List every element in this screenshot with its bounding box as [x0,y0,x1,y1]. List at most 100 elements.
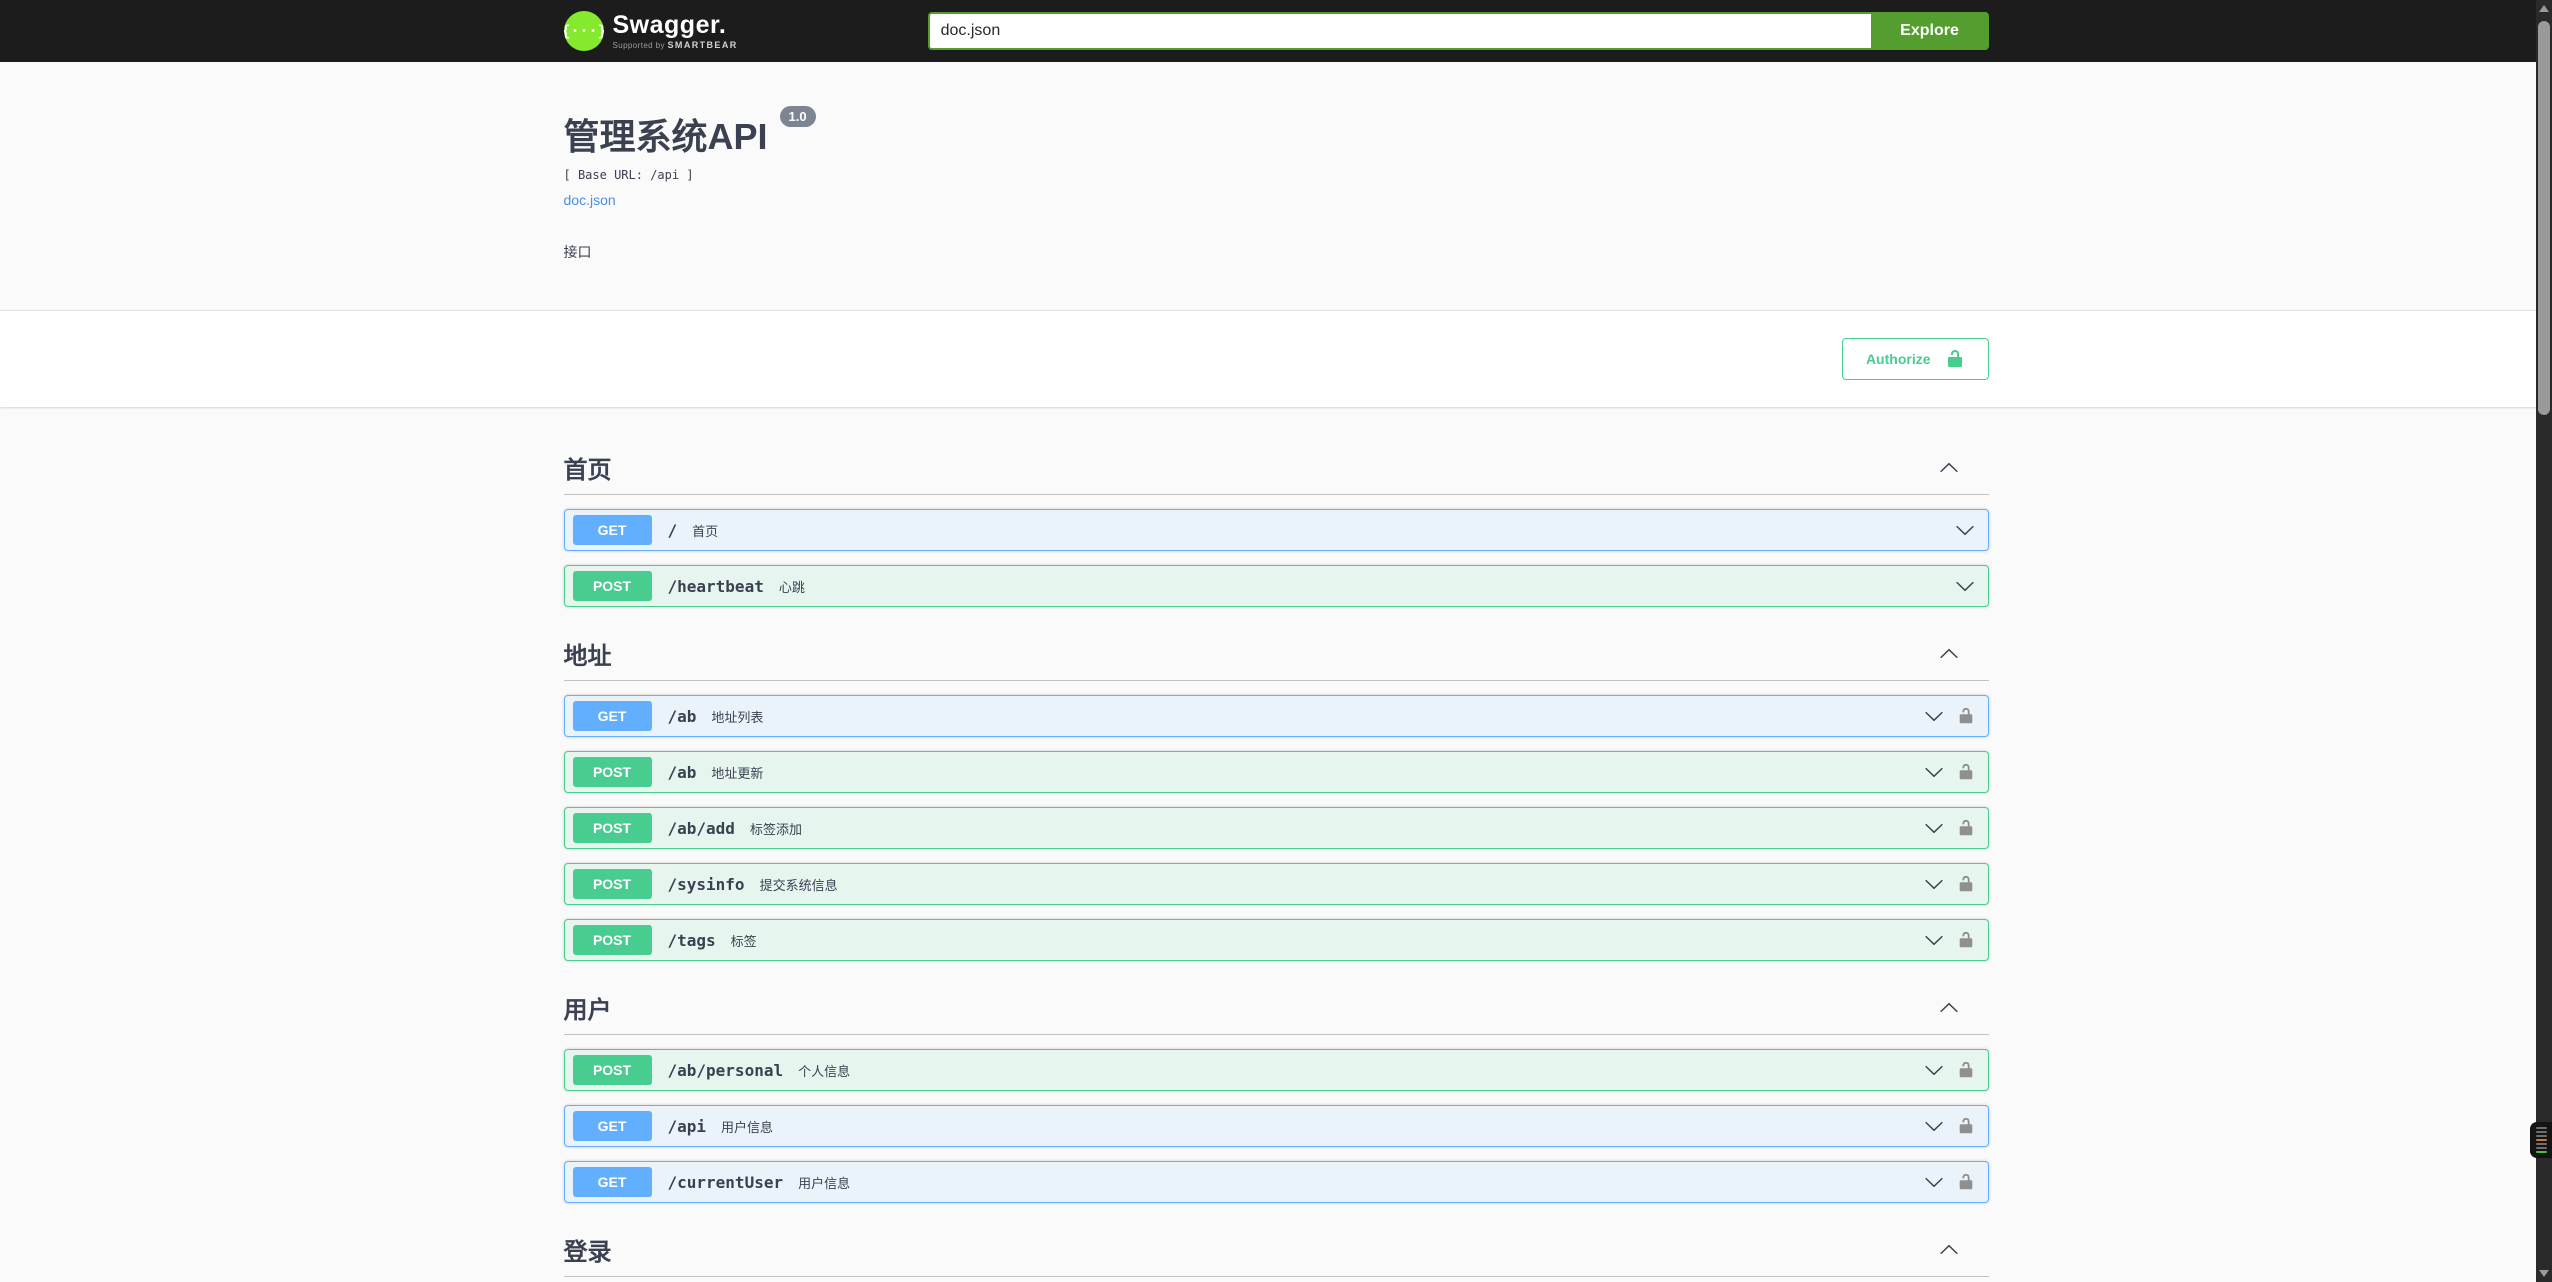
base-url: [ Base URL: /api ] [563,168,694,182]
chevron-down-icon [1924,823,1943,834]
section-header[interactable]: 用户 [563,981,1989,1035]
operation-summary: 用户信息 [721,1119,774,1135]
operation-row[interactable]: GET /currentUser 用户信息 [563,1161,1989,1203]
scroll-widget[interactable] [2530,1122,2552,1158]
operation-row[interactable]: POST /heartbeat 心跳 [563,565,1989,607]
section-title: 首页 [563,457,612,484]
expand-operation-button[interactable] [1924,930,1944,950]
section: 登录 POST /login 登录 POST /login/outLogin [563,1223,1989,1282]
scroll-down-icon[interactable] [2539,1270,2549,1277]
spec-url-form: Explore [927,12,1989,50]
scrollbar[interactable] [2536,0,2552,1282]
auth-lock-button[interactable] [1957,875,1975,893]
operation-summary: 个人信息 [798,1063,851,1079]
operation-path: /ab [667,762,697,782]
operation-summary: 标签添加 [749,821,802,837]
section-operations: POST /ab/personal 个人信息 GET /api 用户信息 GET… [563,1049,1989,1203]
operation-path: /sysinfo [667,874,745,894]
chevron-down-icon [1924,1065,1943,1076]
chevron-down-icon [1924,1177,1943,1188]
section-title: 用户 [563,997,612,1024]
operation-path: /ab [667,706,697,726]
operation-summary: 提交系统信息 [759,877,838,893]
operation-path: /tags [667,930,716,950]
operation-summary: 标签 [730,933,757,949]
scrollbar-thumb[interactable] [2538,21,2550,415]
smartbear-label: SMARTBEAR [667,39,738,50]
version-badge: 1.0 [779,106,816,127]
section-title: 登录 [563,1239,612,1266]
auth-lock-button[interactable] [1957,1061,1975,1079]
section-operations: GET /ab 地址列表 POST /ab 地址更新 POST /ab/add … [563,695,1989,961]
expand-operation-button[interactable] [1924,1060,1944,1080]
lock-icon [1959,1117,1972,1134]
api-title-text: 管理系统API [563,116,768,157]
lock-icon [1959,1061,1972,1078]
expand-operation-button[interactable] [1955,520,1975,540]
chevron-down-icon [1955,581,1974,592]
expand-operation-button[interactable] [1924,762,1944,782]
section: 首页 GET / 首页 POST /heartbeat 心跳 [563,441,1989,607]
auth-lock-button[interactable] [1957,931,1975,949]
section-header[interactable]: 登录 [563,1223,1989,1277]
topbar: {···} Swagger. Supported by SMARTBEAR Ex… [0,0,2552,62]
lock-icon [1959,931,1972,948]
auth-lock-button[interactable] [1957,1117,1975,1135]
expand-operation-button[interactable] [1924,818,1944,838]
brand-title: Swagger. [612,10,727,39]
operation-summary: 地址列表 [711,709,764,725]
spec-link[interactable]: doc.json [564,192,616,208]
method-badge: POST [572,813,652,843]
auth-lock-button[interactable] [1957,763,1975,781]
method-badge: GET [572,701,652,731]
scroll-up-icon[interactable] [2539,5,2549,12]
auth-lock-button[interactable] [1957,707,1975,725]
chevron-up-icon[interactable] [1939,458,1959,478]
operation-row[interactable]: GET /api 用户信息 [563,1105,1989,1147]
operation-row[interactable]: POST /sysinfo 提交系统信息 [563,863,1989,905]
auth-lock-button[interactable] [1957,1173,1975,1191]
method-badge: GET [572,1111,652,1141]
method-badge: POST [572,571,652,601]
operation-path: /ab/add [667,818,735,838]
operation-path: / [667,520,678,540]
authorize-button[interactable]: Authorize [1841,338,1989,380]
operation-row[interactable]: GET /ab 地址列表 [563,695,1989,737]
lock-icon [1959,1173,1972,1190]
operation-row[interactable]: GET / 首页 [563,509,1989,551]
section-operations: GET / 首页 POST /heartbeat 心跳 [563,509,1989,607]
swagger-logo[interactable]: {···} Swagger. Supported by SMARTBEAR [563,10,738,51]
expand-operation-button[interactable] [1924,1116,1944,1136]
operation-summary: 地址更新 [711,765,764,781]
expand-operation-button[interactable] [1924,874,1944,894]
chevron-down-icon [1924,767,1943,778]
auth-lock-button[interactable] [1957,819,1975,837]
operation-summary: 首页 [692,523,719,539]
method-badge: POST [572,757,652,787]
chevron-up-icon[interactable] [1939,644,1959,664]
section-title: 地址 [563,643,612,670]
spec-url-input[interactable] [927,12,1871,50]
operation-summary: 用户信息 [798,1175,851,1191]
section: 用户 POST /ab/personal 个人信息 GET /api 用户信息 … [563,981,1989,1203]
chevron-down-icon [1924,935,1943,946]
chevron-up-icon[interactable] [1939,1240,1959,1260]
expand-operation-button[interactable] [1955,576,1975,596]
chevron-up-icon[interactable] [1939,998,1959,1018]
chevron-down-icon [1924,711,1943,722]
method-badge: POST [572,925,652,955]
section-header[interactable]: 首页 [563,441,1989,495]
expand-operation-button[interactable] [1924,706,1944,726]
operation-row[interactable]: POST /ab/add 标签添加 [563,807,1989,849]
method-badge: POST [572,1055,652,1085]
section-header[interactable]: 地址 [563,627,1989,681]
expand-operation-button[interactable] [1924,1172,1944,1192]
authorize-label: Authorize [1865,351,1931,367]
explore-button[interactable]: Explore [1870,12,1989,50]
operation-row[interactable]: POST /ab 地址更新 [563,751,1989,793]
lock-icon [1959,763,1972,780]
section: 地址 GET /ab 地址列表 POST /ab 地址更新 POST /ab/a… [563,627,1989,961]
method-badge: GET [572,1167,652,1197]
operation-row[interactable]: POST /ab/personal 个人信息 [563,1049,1989,1091]
operation-row[interactable]: POST /tags 标签 [563,919,1989,961]
